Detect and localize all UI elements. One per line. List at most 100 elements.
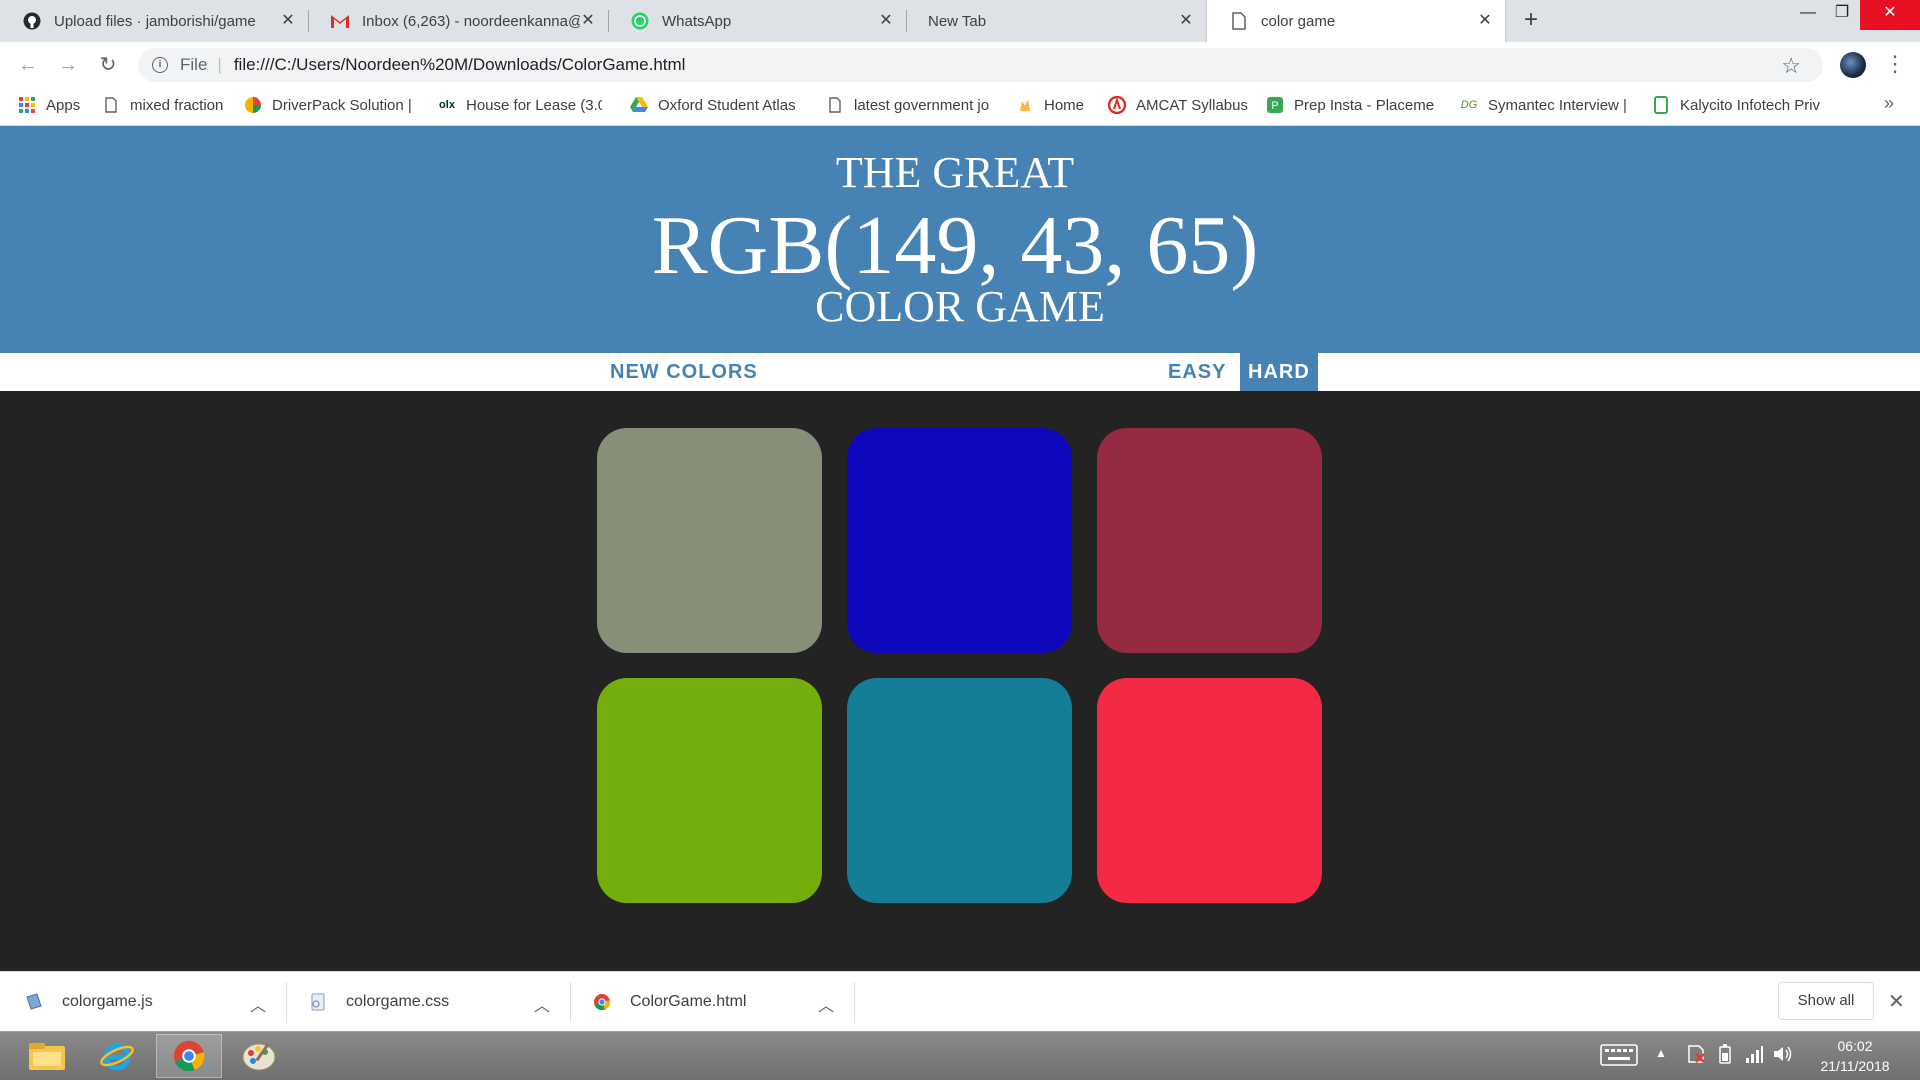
bookmark-label: latest government jo: [854, 96, 990, 114]
bookmark-kalycito[interactable]: Kalycito Infotech Priv: [1652, 88, 1824, 122]
tab-close-icon[interactable]: ✕: [280, 13, 296, 29]
color-square[interactable]: [847, 428, 1072, 653]
new-colors-button[interactable]: NEW COLORS: [602, 353, 766, 391]
js-file-icon: [24, 992, 44, 1012]
css-file-icon: [308, 992, 328, 1012]
color-game-page: THE GREAT RGB(149, 43, 65) COLOR GAME NE…: [0, 126, 1920, 971]
battery-icon[interactable]: [1716, 1044, 1734, 1069]
show-all-button[interactable]: Show all: [1778, 982, 1874, 1020]
reload-icon[interactable]: ↻: [94, 51, 122, 79]
tab-title: Inbox (6,263) - noordeenkanna@: [362, 12, 580, 30]
profile-avatar[interactable]: [1840, 52, 1866, 78]
tab-title: Upload files · jamborishi/game: [54, 12, 256, 30]
bookmark-oxford-atlas[interactable]: Oxford Student Atlas: [630, 88, 802, 122]
tab-gmail-inbox[interactable]: Inbox (6,263) - noordeenkanna@ ✕: [308, 0, 608, 42]
olx-icon: olx: [439, 99, 455, 111]
bookmark-driverpack[interactable]: DriverPack Solution |: [244, 88, 414, 122]
clock-date: 21/11/2018: [1820, 1058, 1890, 1074]
bookmark-label: House for Lease (3.0: [466, 96, 602, 114]
bookmark-apps[interactable]: Apps: [18, 88, 86, 122]
color-square[interactable]: [597, 678, 822, 903]
page-icon: [102, 96, 120, 114]
bookmark-label: Oxford Student Atlas: [658, 96, 796, 114]
download-shelf: colorgame.js ︿ colorgame.css ︿ ColorGame…: [0, 971, 1920, 1031]
whatsapp-icon: [630, 11, 650, 31]
home-site-icon: [1016, 96, 1034, 114]
bookmark-label: Apps: [46, 96, 81, 114]
new-tab-button[interactable]: +: [1518, 8, 1544, 34]
game-header: THE GREAT RGB(149, 43, 65) COLOR GAME: [0, 126, 1920, 353]
download-item-colorgame-css[interactable]: colorgame.css ︿: [308, 972, 558, 1032]
bookmark-govt-jobs[interactable]: latest government jo: [826, 88, 998, 122]
rgb-display: RGB(149, 43, 65): [651, 199, 1259, 292]
bookmark-symantec[interactable]: DG Symantec Interview |: [1460, 88, 1628, 122]
bookmark-label: Prep Insta - Placemen: [1294, 96, 1434, 114]
tab-whatsapp[interactable]: WhatsApp ✕: [608, 0, 906, 42]
download-item-colorgame-html[interactable]: ColorGame.html ︿: [592, 972, 842, 1032]
paint-icon[interactable]: [226, 1034, 292, 1078]
bookmark-prepinsta[interactable]: P Prep Insta - Placemen: [1266, 88, 1438, 122]
controls-stripe: NEW COLORS EASY HARD: [0, 353, 1920, 391]
bookmark-label: mixed fraction: [130, 96, 224, 114]
tab-github-upload[interactable]: Upload files · jamborishi/game ✕: [0, 0, 308, 42]
bookmark-amcat[interactable]: AMCAT Syllabus: [1108, 88, 1248, 122]
bookmarks-bar: Apps mixed fraction DriverPack Solution …: [0, 88, 1920, 126]
bookmark-label: Symantec Interview |: [1488, 96, 1627, 114]
bookmark-star-icon[interactable]: ☆: [1781, 53, 1801, 79]
download-item-colorgame-js[interactable]: colorgame.js ︿: [24, 972, 274, 1032]
url-text[interactable]: file:///C:/Users/Noordeen%20M/Downloads/…: [234, 55, 686, 75]
chrome-taskbar-icon[interactable]: [156, 1034, 222, 1078]
page-icon: [1229, 11, 1249, 31]
download-filename: colorgame.css: [346, 993, 450, 1010]
svg-text:P: P: [1271, 100, 1278, 112]
color-square[interactable]: [1097, 678, 1322, 903]
internet-explorer-icon[interactable]: [84, 1034, 150, 1078]
restore-icon[interactable]: ❐: [1820, 0, 1864, 30]
chevron-up-icon[interactable]: ︿: [250, 992, 266, 1016]
amcat-icon: [1108, 96, 1126, 114]
system-clock[interactable]: 06:02 21/11/2018: [1805, 1036, 1905, 1076]
bookmark-home[interactable]: Home: [1016, 88, 1096, 122]
bookmark-mixed-fraction[interactable]: mixed fraction: [102, 88, 226, 122]
close-window-icon[interactable]: ✕: [1860, 0, 1920, 30]
close-icon[interactable]: ✕: [1888, 989, 1905, 1014]
forward-arrow-icon[interactable]: →: [54, 51, 82, 79]
kalycito-icon: [1652, 96, 1670, 114]
chevron-up-icon[interactable]: ︿: [818, 992, 834, 1016]
tab-new-tab[interactable]: New Tab ✕: [906, 0, 1206, 42]
tab-close-icon[interactable]: ✕: [878, 13, 894, 29]
download-separator: [286, 982, 287, 1022]
windows-taskbar: ▲ 06:02 21/11/2018: [0, 1031, 1920, 1080]
github-icon: [22, 11, 42, 31]
file-explorer-icon[interactable]: [14, 1034, 80, 1078]
tray-expand-icon[interactable]: ▲: [1655, 1046, 1667, 1060]
volume-icon[interactable]: [1772, 1044, 1794, 1069]
color-square[interactable]: [597, 428, 822, 653]
bookmark-label: AMCAT Syllabus: [1136, 96, 1248, 114]
back-arrow-icon[interactable]: ←: [14, 51, 42, 79]
color-square[interactable]: [1097, 428, 1322, 653]
info-icon[interactable]: i: [152, 57, 168, 73]
action-center-icon[interactable]: [1686, 1044, 1706, 1069]
network-signal-icon[interactable]: [1744, 1044, 1764, 1069]
apps-grid-icon: [18, 96, 36, 114]
bookmark-house-lease[interactable]: olx House for Lease (3.0: [438, 88, 608, 122]
keyboard-icon[interactable]: [1600, 1044, 1638, 1071]
prepinsta-icon: P: [1266, 96, 1284, 114]
bookmarks-overflow-icon[interactable]: »: [1884, 93, 1894, 114]
chrome-file-icon: [592, 992, 612, 1012]
address-bar[interactable]: i File | file:///C:/Users/Noordeen%20M/D…: [138, 48, 1823, 82]
chevron-up-icon[interactable]: ︿: [534, 992, 550, 1016]
tab-close-icon[interactable]: ✕: [580, 13, 596, 29]
hard-button[interactable]: HARD: [1240, 353, 1318, 391]
bookmark-label: DriverPack Solution |: [272, 96, 412, 114]
tab-color-game[interactable]: color game ✕: [1206, 0, 1506, 42]
browser-tab-strip: Upload files · jamborishi/game ✕ Inbox (…: [0, 0, 1920, 42]
menu-dots-icon[interactable]: ⋮: [1884, 51, 1906, 77]
color-square[interactable]: [847, 678, 1072, 903]
url-divider: |: [217, 55, 222, 74]
tab-close-icon[interactable]: ✕: [1477, 13, 1493, 29]
tab-title: WhatsApp: [662, 12, 732, 30]
tab-close-icon[interactable]: ✕: [1178, 13, 1194, 29]
easy-button[interactable]: EASY: [1160, 353, 1234, 391]
